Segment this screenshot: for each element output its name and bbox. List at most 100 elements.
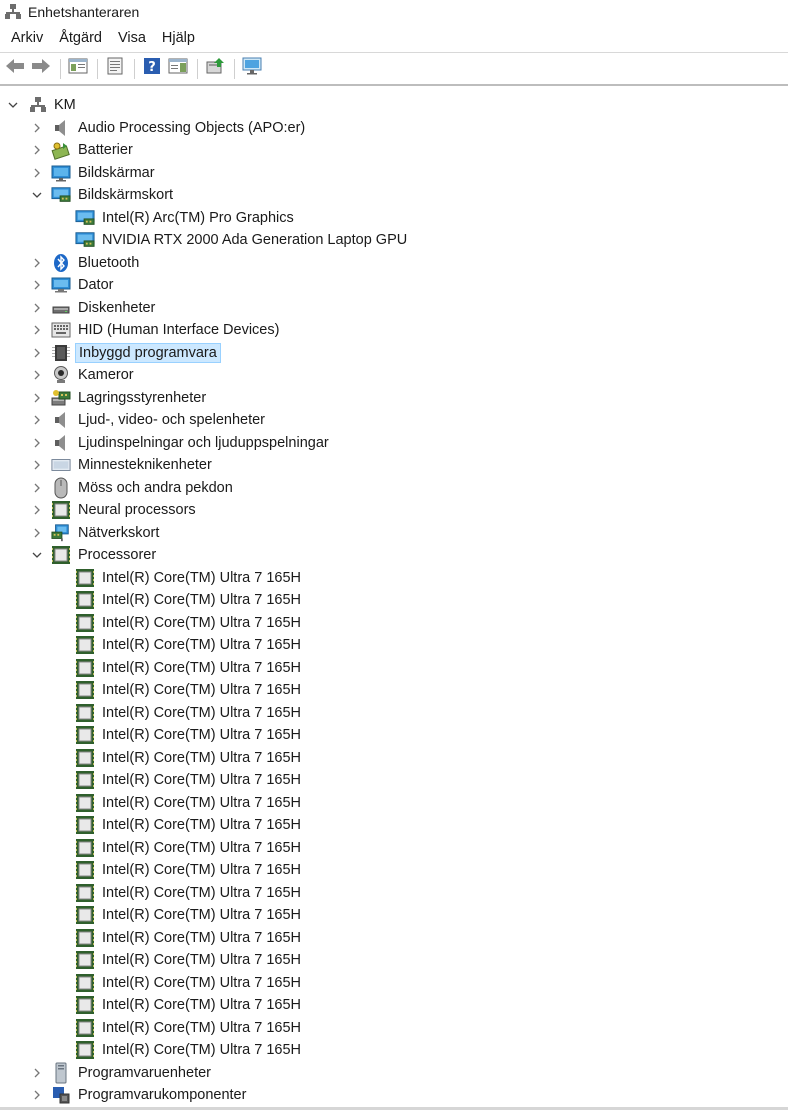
mouse-icon bbox=[51, 477, 71, 498]
tree-category-dator[interactable]: Dator bbox=[0, 274, 788, 297]
tree-device[interactable]: Intel(R) Arc(TM) Pro Graphics bbox=[0, 207, 788, 230]
tree-category-lagringsstyrenheter[interactable]: Lagringsstyrenheter bbox=[0, 387, 788, 410]
tree-category-minnesteknikenheter[interactable]: Minnesteknikenheter bbox=[0, 454, 788, 477]
tree-category-neural-processors[interactable]: Neural processors bbox=[0, 499, 788, 522]
tree-device[interactable]: Intel(R) Core(TM) Ultra 7 165H bbox=[0, 747, 788, 770]
tree-device[interactable]: Intel(R) Core(TM) Ultra 7 165H bbox=[0, 837, 788, 860]
chip-icon bbox=[75, 725, 95, 745]
forward-arrow-icon bbox=[31, 58, 51, 79]
tree-category-batterier[interactable]: Batterier bbox=[0, 139, 788, 162]
monitor-icon bbox=[51, 163, 71, 183]
tree-item-label: Bluetooth bbox=[78, 254, 140, 271]
tree-device[interactable]: Intel(R) Core(TM) Ultra 7 165H bbox=[0, 792, 788, 815]
chevron-right-icon[interactable] bbox=[30, 391, 44, 405]
forward-arrow-button[interactable] bbox=[29, 57, 53, 81]
chevron-right-icon[interactable] bbox=[30, 1066, 44, 1080]
menu-hjalp[interactable]: Hjälp bbox=[155, 26, 202, 50]
tree-category-ljudinspelningar-och-ljuduppspelningar[interactable]: Ljudinspelningar och ljuduppspelningar bbox=[0, 432, 788, 455]
tree-item-label: Intel(R) Core(TM) Ultra 7 165H bbox=[102, 839, 302, 856]
menu-visa[interactable]: Visa bbox=[111, 26, 153, 50]
tree-device[interactable]: Intel(R) Core(TM) Ultra 7 165H bbox=[0, 882, 788, 905]
chevron-right-icon[interactable] bbox=[30, 301, 44, 315]
chevron-right-icon[interactable] bbox=[30, 166, 44, 180]
menu-atgard[interactable]: Åtgärd bbox=[52, 26, 109, 50]
tree-device[interactable]: Intel(R) Core(TM) Ultra 7 165H bbox=[0, 1017, 788, 1040]
chevron-right-icon[interactable] bbox=[30, 368, 44, 382]
tree-category-diskenheter[interactable]: Diskenheter bbox=[0, 297, 788, 320]
tree-device[interactable]: Intel(R) Core(TM) Ultra 7 165H bbox=[0, 949, 788, 972]
tree-device[interactable]: Intel(R) Core(TM) Ultra 7 165H bbox=[0, 1039, 788, 1062]
tree-category-ljud-video-och-spelenheter[interactable]: Ljud-, video- och spelenheter bbox=[0, 409, 788, 432]
tree-category-hid-human-interface-devices[interactable]: HID (Human Interface Devices) bbox=[0, 319, 788, 342]
tree-item-label: Intel(R) Arc(TM) Pro Graphics bbox=[102, 209, 294, 226]
chevron-right-icon[interactable] bbox=[30, 413, 44, 427]
tree-category-moss-och-andra-pekdon[interactable]: Möss och andra pekdon bbox=[0, 477, 788, 500]
tree-device[interactable]: Intel(R) Core(TM) Ultra 7 165H bbox=[0, 634, 788, 657]
toolbar-separator bbox=[234, 58, 235, 79]
chevron-right-icon[interactable] bbox=[30, 481, 44, 495]
chevron-right-icon[interactable] bbox=[30, 346, 44, 360]
chevron-right-icon[interactable] bbox=[30, 121, 44, 135]
tree-root[interactable]: KM bbox=[0, 94, 788, 117]
chevron-right-icon[interactable] bbox=[30, 1088, 44, 1102]
tree-device[interactable]: Intel(R) Core(TM) Ultra 7 165H bbox=[0, 859, 788, 882]
console-tree-button[interactable] bbox=[66, 57, 90, 81]
chevron-right-icon[interactable] bbox=[30, 503, 44, 517]
tree-category-programvarukomponenter[interactable]: Programvarukomponenter bbox=[0, 1084, 788, 1107]
tree-device[interactable]: Intel(R) Core(TM) Ultra 7 165H bbox=[0, 702, 788, 725]
help-button[interactable]: ? bbox=[140, 57, 164, 81]
chevron-down-icon[interactable] bbox=[30, 548, 44, 562]
device-tree: KM Audio Processing Objects (APO:er) Batte… bbox=[0, 94, 788, 1110]
tree-category-programvaruenheter[interactable]: Programvaruenheter bbox=[0, 1062, 788, 1085]
action-pane-button[interactable] bbox=[166, 57, 190, 81]
chip-icon bbox=[75, 860, 95, 880]
tree-device[interactable]: Intel(R) Core(TM) Ultra 7 165H bbox=[0, 589, 788, 612]
firmware-icon bbox=[51, 343, 71, 363]
tree-device[interactable]: Intel(R) Core(TM) Ultra 7 165H bbox=[0, 972, 788, 995]
tree-device[interactable]: Intel(R) Core(TM) Ultra 7 165H bbox=[0, 927, 788, 950]
tree-device[interactable]: Intel(R) Core(TM) Ultra 7 165H bbox=[0, 904, 788, 927]
storage-controller-icon bbox=[51, 388, 71, 408]
chevron-down-icon[interactable] bbox=[6, 98, 20, 112]
chevron-right-icon[interactable] bbox=[30, 256, 44, 270]
chevron-right-icon[interactable] bbox=[30, 143, 44, 157]
tree-item-label: Intel(R) Core(TM) Ultra 7 165H bbox=[102, 637, 302, 653]
properties-icon bbox=[106, 57, 124, 80]
chevron-right-icon[interactable] bbox=[30, 278, 44, 292]
tree-category-inbyggd-programvara[interactable]: Inbyggd programvara bbox=[0, 342, 788, 365]
update-driver-button[interactable] bbox=[203, 57, 227, 81]
chip-icon bbox=[75, 950, 95, 970]
tree-device[interactable]: Intel(R) Core(TM) Ultra 7 165H bbox=[0, 657, 788, 680]
chevron-right-icon[interactable] bbox=[30, 323, 44, 337]
tree-item-label: Kameror bbox=[78, 367, 134, 383]
tree-category-bildskarmskort[interactable]: Bildskärmskort bbox=[0, 184, 788, 207]
tree-item-label: Intel(R) Core(TM) Ultra 7 165H bbox=[102, 682, 302, 698]
tree-device[interactable]: Intel(R) Core(TM) Ultra 7 165H bbox=[0, 769, 788, 792]
tree-item-label: Intel(R) Core(TM) Ultra 7 165H bbox=[102, 1019, 302, 1036]
chevron-right-icon[interactable] bbox=[30, 526, 44, 540]
tree-item-label: Bildskärmar bbox=[78, 164, 155, 181]
chevron-right-icon[interactable] bbox=[30, 436, 44, 450]
tree-category-bluetooth[interactable]: Bluetooth bbox=[0, 252, 788, 275]
menu-arkiv[interactable]: Arkiv bbox=[4, 26, 50, 50]
tree-category-natverkskort[interactable]: Nätverkskort bbox=[0, 522, 788, 545]
chevron-right-icon[interactable] bbox=[30, 458, 44, 472]
software-component-icon bbox=[51, 1085, 71, 1105]
tree-category-kameror[interactable]: Kameror bbox=[0, 364, 788, 387]
tree-category-bildskarmar[interactable]: Bildskärmar bbox=[0, 162, 788, 185]
tree-device[interactable]: NVIDIA RTX 2000 Ada Generation Laptop GP… bbox=[0, 229, 788, 252]
tree-device[interactable]: Intel(R) Core(TM) Ultra 7 165H bbox=[0, 612, 788, 635]
tree-device[interactable]: Intel(R) Core(TM) Ultra 7 165H bbox=[0, 814, 788, 837]
tree-category-processorer[interactable]: Processorer bbox=[0, 544, 788, 567]
tree-category-audio-processing-objects-apo-er[interactable]: Audio Processing Objects (APO:er) bbox=[0, 117, 788, 140]
tree-device[interactable]: Intel(R) Core(TM) Ultra 7 165H bbox=[0, 724, 788, 747]
scan-hardware-button[interactable] bbox=[240, 57, 264, 81]
svg-text:?: ? bbox=[148, 60, 156, 75]
tree-device[interactable]: Intel(R) Core(TM) Ultra 7 165H bbox=[0, 994, 788, 1017]
properties-button[interactable] bbox=[103, 57, 127, 81]
back-arrow-button[interactable] bbox=[3, 57, 27, 81]
tree-device[interactable]: Intel(R) Core(TM) Ultra 7 165H bbox=[0, 567, 788, 590]
chip-icon bbox=[75, 815, 95, 835]
tree-device[interactable]: Intel(R) Core(TM) Ultra 7 165H bbox=[0, 679, 788, 702]
chevron-down-icon[interactable] bbox=[30, 188, 44, 202]
